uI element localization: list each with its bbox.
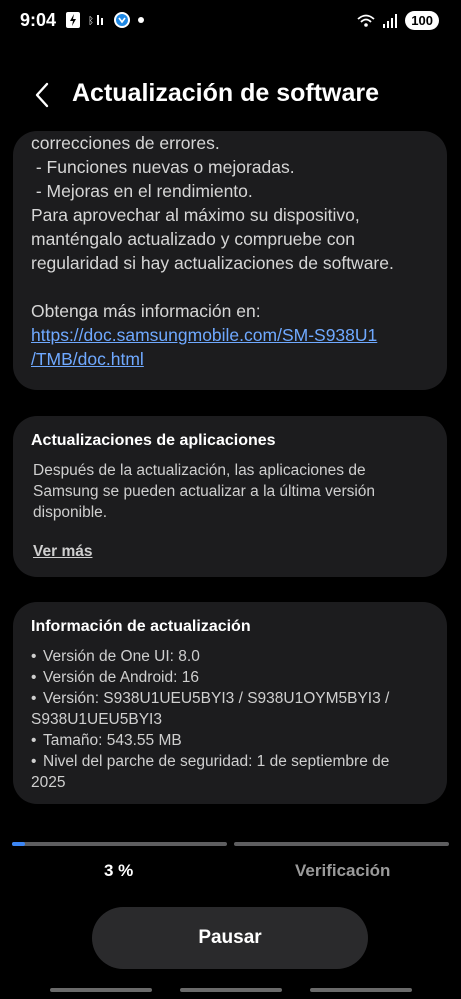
progress-percent: 3 % [104,861,134,880]
app-updates-desc-line: Samsung se pueden actualizar a la última… [33,483,376,500]
info-item-text: Nivel del parche de seguridad: 1 de sept… [43,753,390,770]
notification-icons: ᛒ [66,12,144,28]
info-item: • Versión de Android: 16 [31,667,429,688]
info-item-text: Versión: S938U1UEU5BYI3 / S938U1OYM5BYI3… [43,690,390,707]
status-bar: 9:04 ᛒ 100 [0,0,461,42]
info-item: • Versión de One UI: 8.0 [31,646,429,667]
release-note-line: correcciones de errores. [31,133,220,153]
app-updates-desc-line: disponible. [33,504,108,521]
release-note-line: - Mejoras en el rendimiento. [31,181,253,201]
dot-icon [138,17,144,23]
release-notes-card[interactable]: correcciones de errores. - Funciones nue… [13,131,447,390]
pause-button[interactable]: Pausar [92,907,368,969]
nav-handle-right[interactable] [310,988,412,992]
nav-handle-center[interactable] [180,988,282,992]
chevron-left-icon [35,82,49,108]
release-note-line: regularidad si hay actualizaciones de so… [31,253,394,273]
release-note-line: Para aprovechar al máximo su dispositivo… [31,205,360,225]
wifi-icon [357,14,375,27]
info-item-text: Tamaño: 543.55 MB [43,732,182,749]
see-more-link[interactable]: Ver más [33,543,92,561]
app-header: Actualización de software [0,70,461,122]
info-item: • Tamaño: 543.55 MB [31,730,429,751]
app-updates-card: Actualizaciones de aplicaciones Después … [13,416,447,577]
info-item: • Nivel del parche de seguridad: 1 de sep… [31,751,429,772]
info-item-text: Versión de One UI: 8.0 [43,648,200,665]
download-progress-fill [12,842,25,846]
bullet-icon: • [31,669,37,686]
more-info-label: Obtenga más información en: [31,301,261,321]
verification-step-label: Verificación [295,861,391,880]
update-info-title: Información de actualización [31,618,251,635]
status-time: 9:04 [20,10,57,30]
download-progress-bar [12,842,227,846]
system-icons: 100 [357,11,439,30]
verification-progress-bar [234,842,449,846]
signal-icon [383,13,398,28]
back-button[interactable] [30,80,56,110]
bullet-icon: • [31,690,37,707]
bullet-icon: • [31,753,37,770]
app-icon [114,12,130,28]
release-note-line: - Funciones nuevas o mejoradas. [31,157,295,177]
battery-indicator: 100 [405,11,439,30]
more-info-link-line[interactable]: https://doc.samsungmobile.com/SM-S938U1 [31,323,429,347]
info-item-continuation: S938U1UEU5BYI3 [31,711,162,728]
info-item-text: Versión de Android: 16 [43,669,199,686]
bullet-icon: • [31,732,37,749]
update-info-card: Información de actualización • Versión de… [13,602,447,804]
more-info-link-line[interactable]: /TMB/doc.html [31,347,429,371]
more-info-link[interactable]: https://doc.samsungmobile.com/SM-S938U1 … [31,323,429,371]
app-updates-title: Actualizaciones de aplicaciones [31,432,276,449]
network-icon: ᛒ [88,15,103,27]
info-item-continuation: 2025 [31,774,66,791]
info-item: • Versión: S938U1UEU5BYI3 / S938U1OYM5BYI… [31,688,429,709]
flash-icon [66,12,80,28]
release-note-line: manténgalo actualizado y compruebe con [31,229,355,249]
svg-text:ᛒ: ᛒ [88,16,94,27]
bullet-icon: • [31,648,37,665]
page-title: Actualización de software [72,79,380,107]
nav-handle-left[interactable] [50,988,152,992]
app-updates-desc-line: Después de la actualización, las aplicac… [33,462,366,479]
